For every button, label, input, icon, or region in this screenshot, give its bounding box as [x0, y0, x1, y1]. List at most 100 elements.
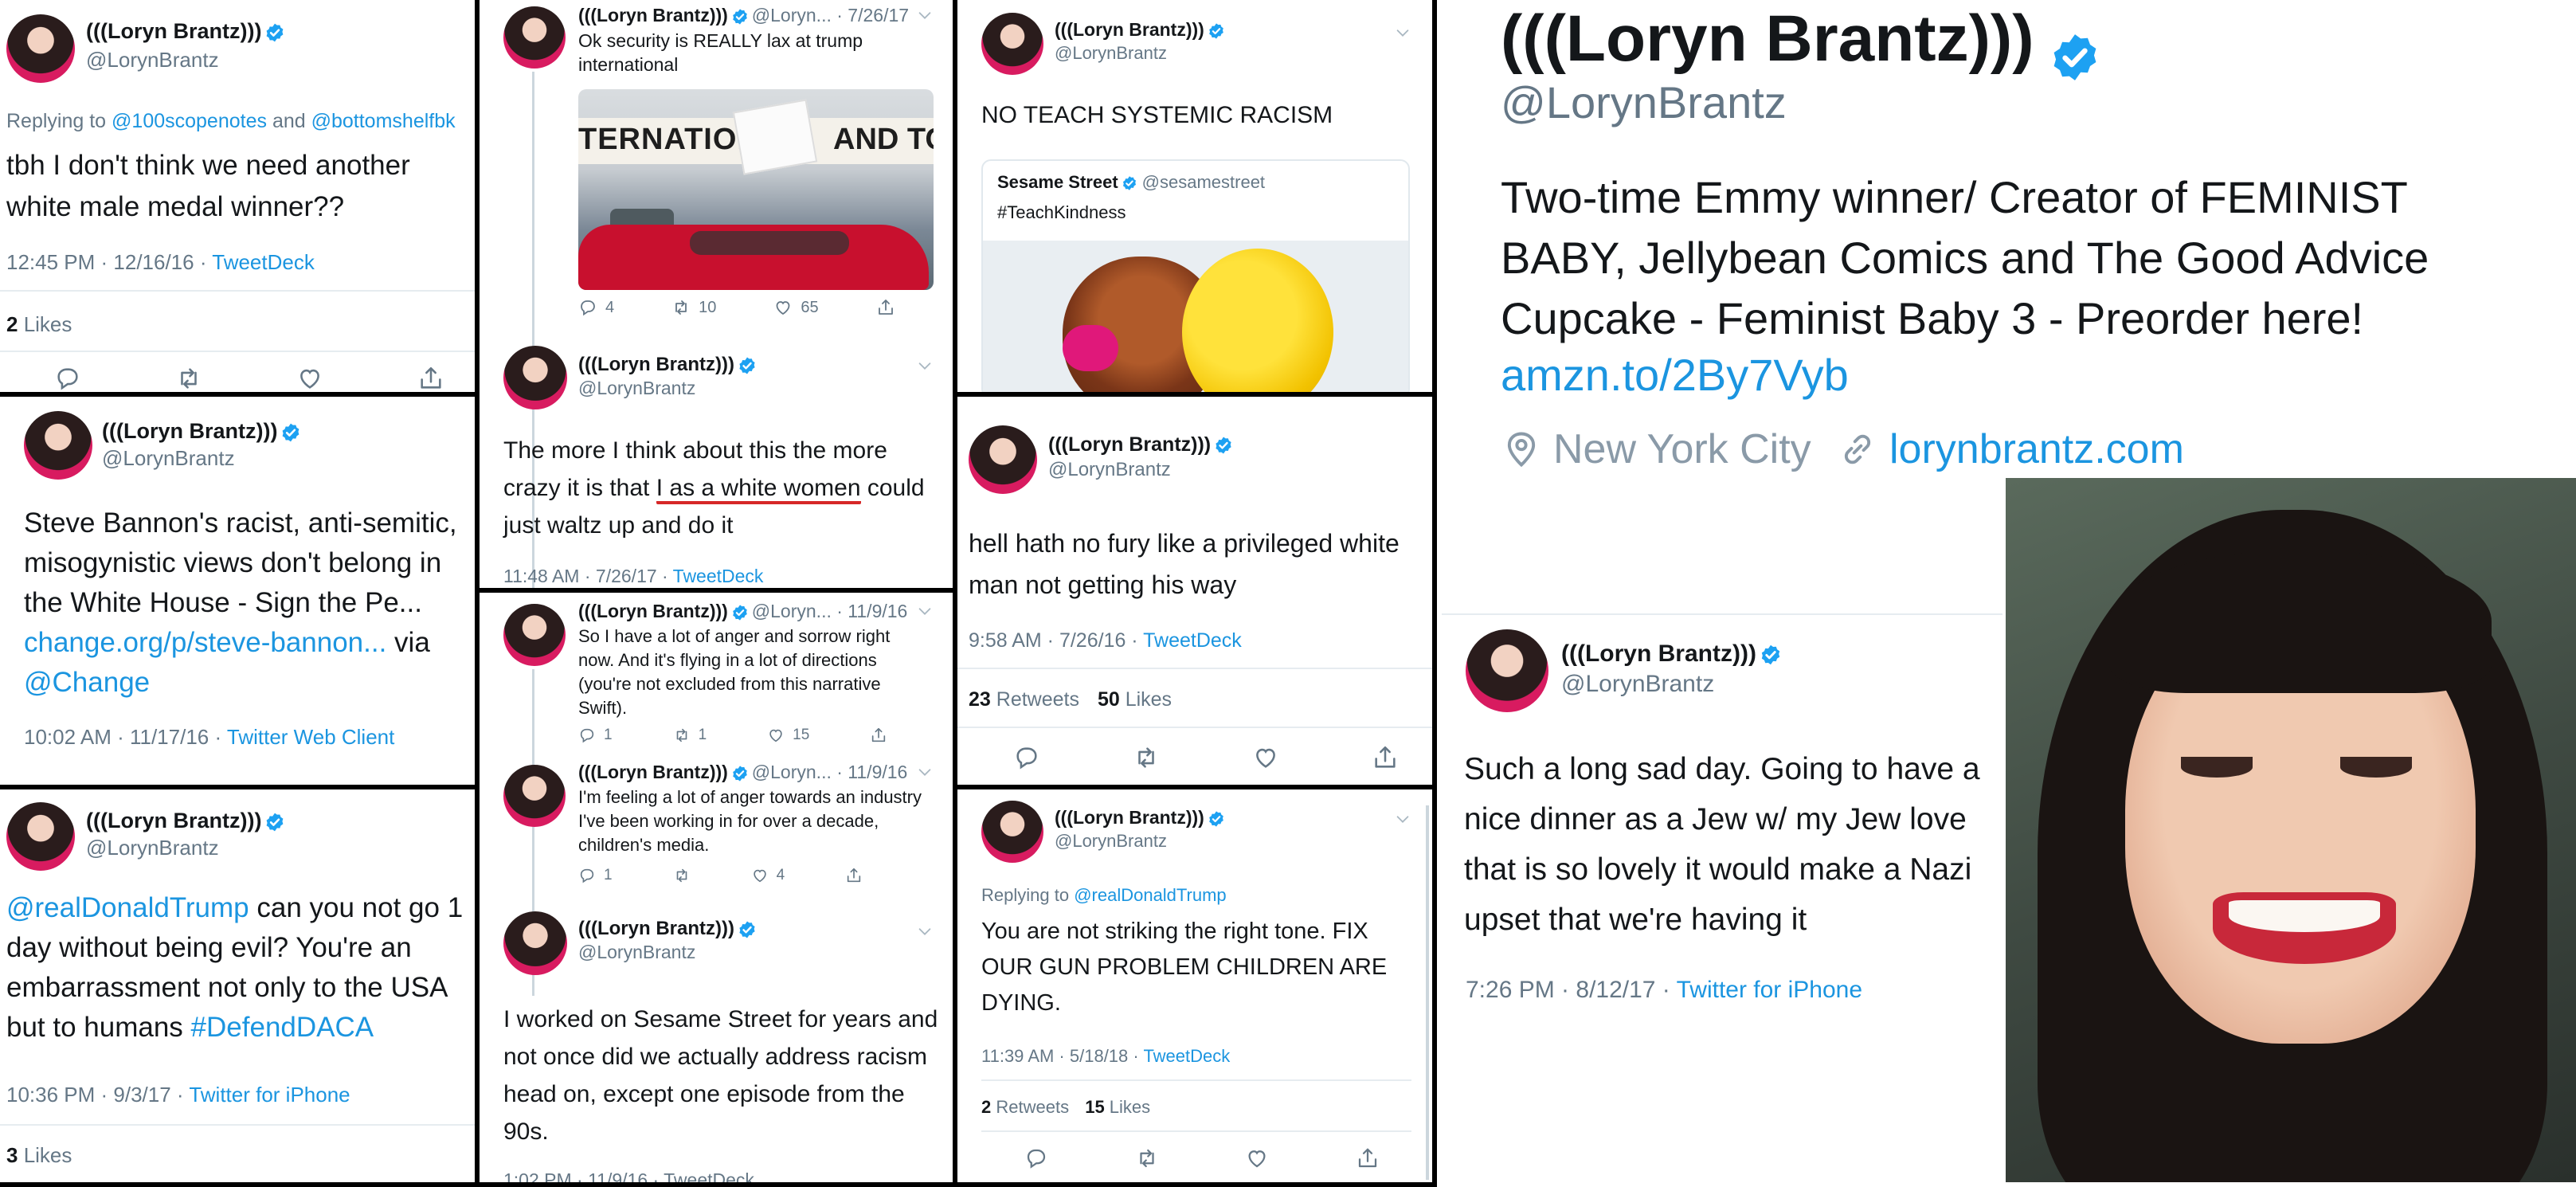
author-handle[interactable]: @LorynBrantz	[1055, 43, 1167, 64]
avatar[interactable]	[6, 802, 75, 871]
author-handle[interactable]: @LorynBrantz	[86, 48, 219, 72]
avatar[interactable]	[503, 604, 566, 666]
client-link[interactable]: TweetDeck	[673, 566, 764, 586]
client-link[interactable]: TweetDeck	[1143, 629, 1242, 652]
sign-text: AND TOW	[833, 123, 934, 156]
author-name[interactable]: (((Loryn Brantz)))	[578, 5, 728, 25]
retweet-action[interactable]: 1	[673, 727, 707, 744]
avatar[interactable]	[503, 346, 567, 409]
like-action[interactable]: 4	[751, 867, 785, 884]
avatar[interactable]	[503, 765, 566, 827]
author-handle[interactable]: @LorynBrantz	[86, 836, 219, 860]
author-name[interactable]: (((Loryn Brantz)))	[1048, 433, 1211, 456]
avatar[interactable]	[969, 425, 1037, 494]
like-icon[interactable]	[1252, 744, 1279, 771]
avatar[interactable]	[503, 911, 567, 975]
author-name[interactable]: (((Loryn Brantz)))	[1055, 807, 1204, 828]
author-name[interactable]: (((Loryn Brantz)))	[578, 918, 734, 939]
share-icon[interactable]	[417, 365, 444, 392]
bio-link[interactable]: amzn.to/2By7Vyb	[1501, 349, 1849, 401]
author-handle[interactable]: @Loryn...	[752, 5, 832, 25]
reply-mention[interactable]: @bottomshelfbk	[311, 110, 456, 132]
author-handle[interactable]: @LorynBrantz	[1055, 831, 1167, 852]
chevron-down-icon[interactable]	[1394, 810, 1411, 828]
quote-tweet[interactable]: Sesame Street @sesamestreet #TeachKindnes…	[981, 159, 1410, 392]
author-handle[interactable]: @Loryn...	[752, 601, 832, 621]
like-action[interactable]: 65	[773, 298, 819, 317]
chevron-down-icon[interactable]	[916, 602, 934, 620]
likes-count[interactable]: 3 Likes	[6, 1143, 72, 1168]
client-link[interactable]: TweetDeck	[212, 250, 315, 274]
like-icon[interactable]	[296, 365, 323, 392]
client-link[interactable]: Twitter Web Client	[227, 725, 394, 749]
likes-count[interactable]: 50 Likes	[1098, 688, 1172, 711]
author-handle[interactable]: @LorynBrantz	[578, 942, 695, 963]
avatar[interactable]	[24, 411, 92, 480]
client-link[interactable]: Twitter for iPhone	[189, 1083, 350, 1107]
author-name[interactable]: (((Loryn Brantz)))	[86, 809, 261, 832]
reply-icon[interactable]	[1013, 744, 1040, 771]
client-link[interactable]: Twitter for iPhone	[1677, 977, 1862, 1003]
reply-mention[interactable]: @realDonaldTrump	[1074, 885, 1226, 905]
author-handle[interactable]: @LorynBrantz	[578, 378, 695, 399]
chevron-down-icon[interactable]	[916, 923, 934, 940]
avatar[interactable]	[981, 801, 1043, 863]
likes-count[interactable]: 15 Likes	[1085, 1097, 1150, 1117]
like-icon[interactable]	[1245, 1146, 1269, 1170]
mention-link[interactable]: @realDonaldTrump	[6, 892, 249, 923]
author-handle[interactable]: @Loryn...	[752, 762, 832, 782]
retweet-icon[interactable]	[1133, 744, 1160, 771]
author-name[interactable]: (((Loryn Brantz)))	[578, 354, 734, 375]
tweet-photo[interactable]: TERNATIONAL AND TOW	[578, 89, 934, 290]
mention-link[interactable]: @Change	[24, 667, 150, 698]
retweet-action[interactable]	[673, 867, 691, 884]
author-name[interactable]: (((Loryn Brantz)))	[578, 601, 728, 621]
profile-website[interactable]: lorynbrantz.com	[1837, 425, 2184, 473]
share-icon	[876, 298, 895, 317]
tweet-date: · 11/9/16	[831, 601, 908, 621]
author-handle[interactable]: @LorynBrantz	[102, 446, 235, 471]
reply-action[interactable]: 1	[578, 867, 613, 884]
avatar[interactable]	[503, 6, 566, 69]
verified-icon	[1208, 22, 1225, 40]
author-handle[interactable]: @LorynBrantz	[1561, 671, 1714, 698]
share-action[interactable]	[870, 727, 887, 744]
share-icon[interactable]	[1372, 744, 1399, 771]
author-name[interactable]: (((Loryn Brantz)))	[102, 419, 277, 443]
client-link[interactable]: TweetDeck	[1143, 1046, 1230, 1066]
chevron-down-icon[interactable]	[916, 6, 934, 24]
share-action[interactable]	[845, 867, 863, 884]
retweets-count[interactable]: 23 Retweets	[969, 688, 1079, 711]
retweet-action[interactable]: 10	[671, 298, 716, 317]
author-name[interactable]: (((Loryn Brantz)))	[1055, 19, 1204, 40]
chevron-down-icon[interactable]	[916, 763, 934, 781]
share-action[interactable]	[876, 298, 895, 317]
author-name[interactable]: (((Loryn Brantz)))	[1561, 641, 1756, 667]
retweets-count[interactable]: 2 Retweets	[981, 1097, 1069, 1117]
avatar[interactable]	[981, 13, 1043, 75]
like-action[interactable]: 15	[767, 727, 809, 744]
reply-mention[interactable]: @100scopenotes	[112, 110, 267, 132]
avatar[interactable]	[6, 14, 75, 83]
reply-action[interactable]: 1	[578, 727, 613, 744]
author-handle[interactable]: @LorynBrantz	[1048, 459, 1171, 481]
author-name[interactable]: (((Loryn Brantz)))	[86, 19, 261, 43]
hashtag-link[interactable]: #DefendDACA	[191, 1012, 374, 1043]
likes-count[interactable]: 2 Likes	[6, 312, 72, 337]
quote-author-handle[interactable]: @sesamestreet	[1142, 172, 1265, 192]
quote-author-name[interactable]: Sesame Street	[997, 172, 1118, 192]
retweet-icon[interactable]	[175, 365, 202, 392]
retweet-icon[interactable]	[1135, 1146, 1159, 1170]
replying-to: Replying to @realDonaldTrump	[981, 885, 1227, 905]
avatar[interactable]	[1466, 629, 1548, 712]
chevron-down-icon[interactable]	[1394, 24, 1411, 41]
reply-icon[interactable]	[1024, 1146, 1048, 1170]
share-icon[interactable]	[1356, 1146, 1380, 1170]
reply-icon[interactable]	[54, 365, 81, 392]
reply-action[interactable]: 4	[578, 298, 614, 317]
chevron-down-icon[interactable]	[916, 357, 934, 374]
author-name[interactable]: (((Loryn Brantz)))	[578, 762, 728, 782]
reply-icon	[578, 867, 596, 884]
tweet-link[interactable]: change.org/p/steve-bannon...	[24, 627, 386, 658]
quote-photo[interactable]	[983, 241, 1408, 392]
